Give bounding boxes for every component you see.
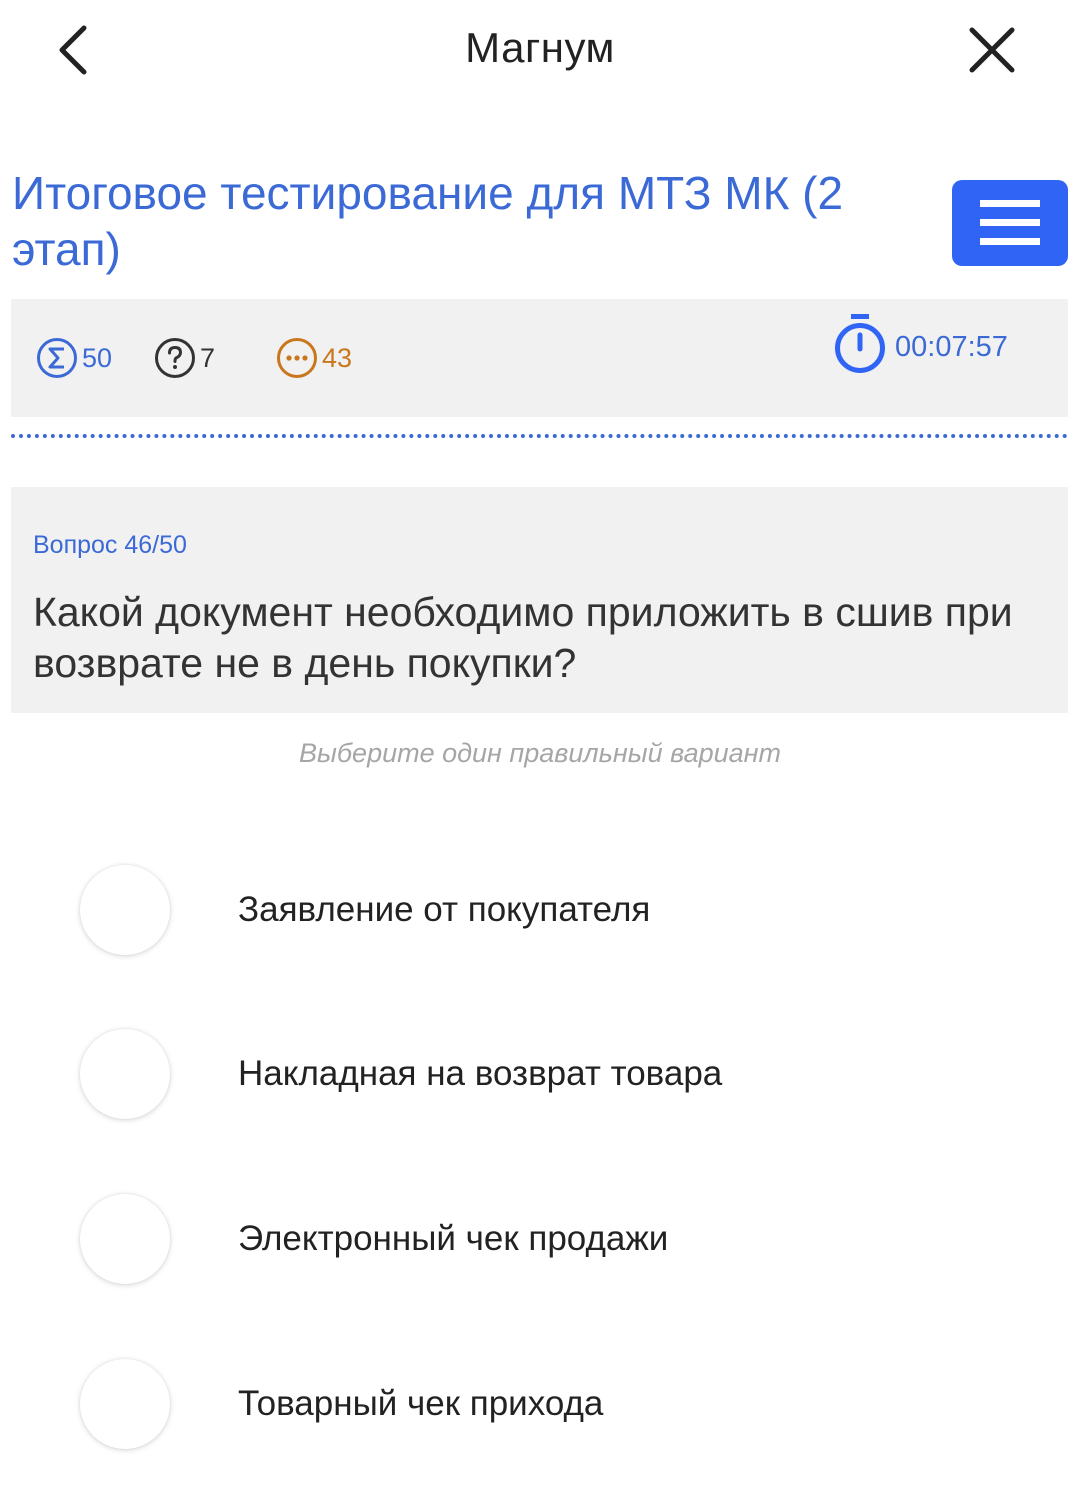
hamburger-menu-icon [980, 200, 1040, 245]
close-icon [969, 27, 1015, 73]
stopwatch-icon [835, 314, 885, 373]
test-title: Итоговое тестирование для МТЗ МК (2 этап… [12, 167, 844, 275]
question-mark-icon [155, 338, 195, 378]
answer-label: Заявление от покупателя [238, 890, 651, 929]
answer-option-1[interactable]: Заявление от покупателя [0, 860, 1080, 960]
ellipsis-icon [277, 338, 317, 378]
radio-button[interactable] [80, 1029, 170, 1119]
menu-button[interactable] [952, 180, 1068, 266]
answer-label: Электронный чек продажи [238, 1219, 669, 1258]
answer-label: Накладная на возврат товара [238, 1054, 723, 1093]
answer-option-3[interactable]: Электронный чек продажи [0, 1189, 1080, 1289]
stat-unanswered-value: 7 [200, 342, 216, 373]
answer-option-4[interactable]: Товарный чек прихода [0, 1354, 1080, 1454]
app-title: Магнум [465, 24, 615, 71]
radio-button[interactable] [80, 1359, 170, 1449]
stat-total: 50 [36, 337, 112, 379]
answer-hint: Выберите один правильный вариант [298, 738, 782, 768]
answer-option-2[interactable]: Накладная на возврат товара [0, 1024, 1080, 1124]
stat-skipped-value: 43 [322, 342, 353, 373]
question-text: Какой документ необходимо приложить в сш… [33, 589, 1013, 686]
stat-timer: 00:07:57 [833, 314, 1008, 373]
sigma-icon [37, 338, 77, 378]
question-card: Вопрос 46/50 Какой документ необходимо п… [11, 487, 1068, 713]
stat-total-value: 50 [82, 342, 113, 373]
question-counter: Вопрос 46/50 [33, 531, 187, 559]
stat-unanswered: 7 [154, 337, 215, 379]
radio-button[interactable] [80, 865, 170, 955]
test-screen: Магнум Итоговое тестирование для МТЗ МК … [0, 0, 1080, 1497]
radio-button[interactable] [80, 1194, 170, 1284]
timer-value: 00:07:57 [895, 330, 1008, 363]
stat-skipped: 43 [276, 337, 352, 379]
close-button[interactable] [962, 20, 1022, 80]
dotted-divider [11, 434, 1068, 438]
top-bar: Магнум [0, 0, 1080, 100]
stats-bar: 50 7 43 00:07:57 [11, 299, 1068, 417]
answer-label: Товарный чек прихода [238, 1384, 604, 1423]
